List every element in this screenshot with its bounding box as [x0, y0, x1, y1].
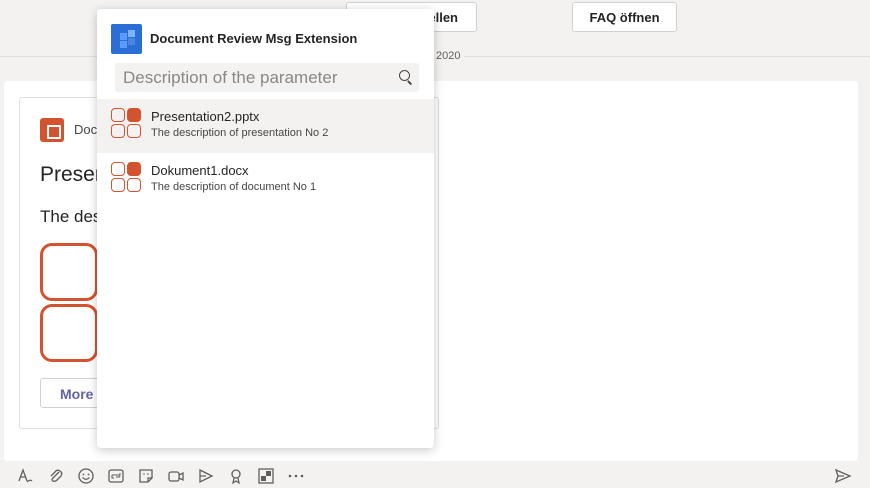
praise-icon[interactable] [227, 467, 245, 485]
doc-review-extension-icon[interactable] [257, 467, 275, 485]
format-icon[interactable] [16, 467, 34, 485]
result-name: Presentation2.pptx [151, 109, 260, 124]
popup-title: Document Review Msg Extension [150, 31, 358, 46]
gif-icon[interactable] [107, 467, 125, 485]
faq-button[interactable]: FAQ öffnen [572, 2, 677, 32]
card-app-name: Doc [74, 122, 98, 137]
result-description: The description of document No 1 [151, 181, 317, 193]
card-tile-icon [40, 243, 98, 301]
meet-icon[interactable] [167, 467, 185, 485]
card-tile-icon [40, 304, 98, 362]
send-icon[interactable] [834, 467, 852, 485]
stream-icon[interactable] [197, 467, 215, 485]
card-description: The des [40, 207, 102, 226]
emoji-icon[interactable] [77, 467, 95, 485]
document-icon [111, 162, 141, 192]
extension-logo-icon [111, 24, 142, 54]
date-label: 2020 [432, 50, 465, 62]
attach-icon[interactable] [47, 467, 65, 485]
search-input[interactable]: Description of the parameter [115, 63, 419, 92]
messaging-extension-popup: Document Review Msg Extension Descriptio… [97, 9, 434, 448]
sticker-icon[interactable] [137, 467, 155, 485]
result-description: The description of presentation No 2 [151, 127, 329, 139]
result-item[interactable]: Presentation2.pptx The description of pr… [97, 99, 434, 153]
result-name: Dokument1.docx [151, 163, 249, 178]
result-item[interactable]: Dokument1.docx The description of docume… [97, 153, 434, 207]
more-icon[interactable] [287, 467, 305, 485]
search-icon[interactable] [399, 70, 412, 85]
faq-button-label: FAQ öffnen [589, 9, 660, 25]
document-icon [111, 108, 141, 138]
search-placeholder: Description of the parameter [123, 68, 338, 87]
powerpoint-icon [40, 118, 64, 142]
